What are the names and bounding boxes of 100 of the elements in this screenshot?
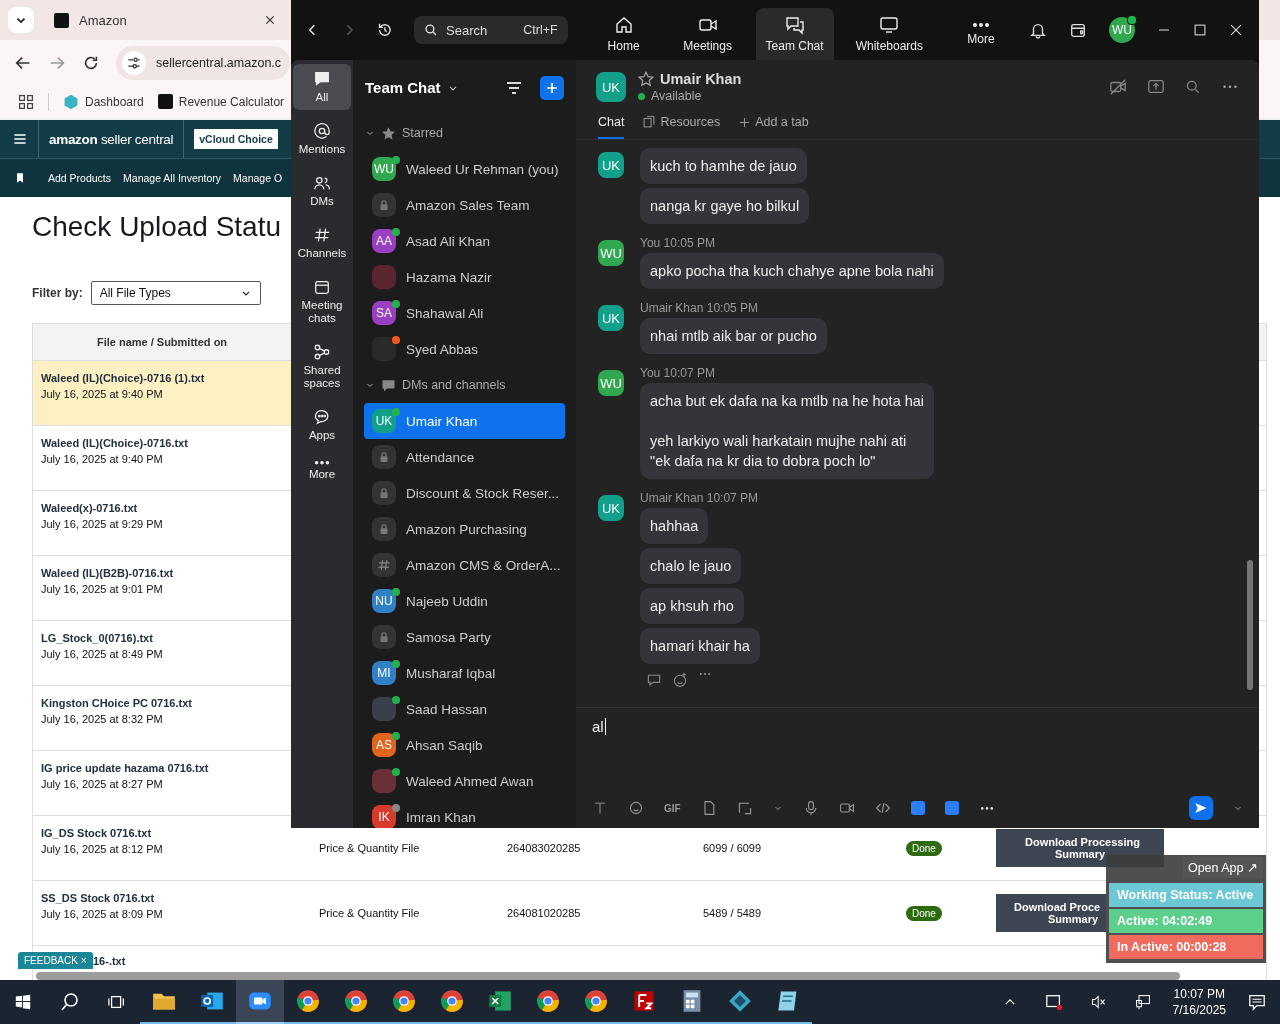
chat-list-item[interactable]: Amazon Purchasing xyxy=(364,511,565,547)
file-type-dropdown[interactable]: All File Types xyxy=(90,281,261,305)
chat-list-item[interactable]: Amazon Sales Team xyxy=(364,187,565,223)
file-cell[interactable]: LG_Stock_0(0716).txt July 16, 2025 at 8:49 PM xyxy=(33,621,291,685)
file-cell[interactable]: Waleed(x)-0716.txt July 16, 2025 at 9:29 PM xyxy=(33,491,291,555)
task-view-icon[interactable] xyxy=(108,993,126,1011)
bookmark-icon[interactable] xyxy=(14,172,26,184)
file-cell[interactable]: IG_DS Stock 0716.txt July 16, 2025 at 8:12 PM xyxy=(33,816,291,880)
browser-tab[interactable]: Amazon xyxy=(46,4,284,36)
message-bubble[interactable]: nhai mtlb aik bar or pucho xyxy=(640,318,827,354)
chat-list-item[interactable]: IK Imran Khan xyxy=(364,799,565,828)
app-icon[interactable] xyxy=(910,801,925,815)
maximize-icon[interactable] xyxy=(1193,23,1207,37)
video-camera-icon[interactable] xyxy=(838,800,855,816)
clock-time[interactable]: 10:07 PM xyxy=(1173,986,1225,1002)
calendar-icon[interactable] xyxy=(1069,21,1087,39)
chat-list-item[interactable]: Amazon CMS & OrderA... xyxy=(364,547,565,583)
menu-icon[interactable] xyxy=(12,131,28,147)
tab-search-button[interactable] xyxy=(8,7,34,33)
chat-list-item[interactable]: SA Shahawal Ali xyxy=(364,295,565,331)
sidebar-item[interactable]: Meeting chats xyxy=(293,272,351,331)
file-cell[interactable]: Waleed (IL)(Choice)-0716.txt July 16, 2025 at 9:40 PM xyxy=(33,426,291,490)
nav-link[interactable]: Add Products xyxy=(48,172,112,184)
screenshot-icon[interactable] xyxy=(736,800,753,816)
sidebar-item[interactable]: All xyxy=(293,64,351,110)
download-summary-button[interactable]: Download Proce Summary xyxy=(996,894,1106,932)
nav-tab[interactable]: Home xyxy=(587,8,660,60)
speaker-muted-icon[interactable] xyxy=(1090,994,1107,1010)
chat-tab[interactable]: Chat xyxy=(598,115,625,139)
chat-list-item[interactable]: AS Ahsan Saqib xyxy=(364,727,565,763)
bell-icon[interactable] xyxy=(1029,21,1047,39)
message-bubble[interactable]: apko pocha tha kuch chahye apne bola nahi xyxy=(640,253,944,289)
chat-list-item[interactable]: NU Najeeb Uddin xyxy=(364,583,565,619)
scrollbar-thumb[interactable] xyxy=(1247,560,1253,690)
contact-name[interactable]: Umair Khan xyxy=(660,71,742,87)
start-icon[interactable] xyxy=(14,993,32,1011)
nav-tab[interactable]: Whiteboards xyxy=(845,8,933,60)
search-field[interactable]: Search Ctrl+F xyxy=(414,16,568,44)
section-header[interactable]: Starred xyxy=(365,115,564,151)
nav-tab[interactable]: More xyxy=(945,8,1017,60)
apps-grid-icon[interactable] xyxy=(18,93,34,110)
new-chat-button[interactable] xyxy=(540,75,564,100)
sidebar-item[interactable]: Shared spaces xyxy=(293,337,351,396)
send-button[interactable] xyxy=(1189,796,1213,820)
chat-list-item[interactable]: MI Musharaf Iqbal xyxy=(364,655,565,691)
gif-button[interactable]: GIF xyxy=(664,802,681,814)
sidebar-item[interactable]: Apps xyxy=(293,402,351,448)
network-icon[interactable] xyxy=(1134,994,1151,1010)
add-emoji-icon[interactable] xyxy=(672,672,688,688)
file-cell[interactable]: 16-.txt xyxy=(91,946,291,972)
feedback-tab[interactable]: FEEDBACK × xyxy=(18,952,93,969)
bookmark-link[interactable]: Revenue Calculator xyxy=(157,94,285,109)
message-bubble[interactable]: hahhaa xyxy=(640,508,709,544)
sidebar-item[interactable]: More xyxy=(293,454,351,488)
section-header[interactable]: DMs and channels xyxy=(365,367,564,403)
sidebar-item[interactable]: Mentions xyxy=(293,116,351,162)
chat-list-item[interactable]: Hazama Nazir xyxy=(364,259,565,295)
clock-date[interactable]: 7/16/2025 xyxy=(1172,1002,1226,1018)
site-settings-icon[interactable] xyxy=(122,50,146,75)
chat-list-item[interactable]: UK Umair Khan xyxy=(364,403,565,439)
file-cell[interactable]: IG price update hazama 0716.txt July 16, 2025 at 8:27 PM xyxy=(33,751,291,815)
tray-app-icon[interactable] xyxy=(1044,993,1063,1011)
app-icon[interactable] xyxy=(944,801,959,815)
bookmark-link[interactable]: Dashboard xyxy=(63,93,144,110)
message-bubble[interactable]: acha but ek dafa na ka mtlb na he hota hai yeh larkiyo wali harkatain mujhe nahi ati "ek dafa na kr dia to dobra poch lo" xyxy=(640,383,935,479)
more-icon[interactable] xyxy=(978,805,995,811)
seller-central-logo[interactable]: amazon seller central xyxy=(49,131,174,147)
chat-list-item[interactable]: Attendance xyxy=(364,439,565,475)
message-bubble[interactable]: ap khsuh rho xyxy=(640,588,744,624)
message-bubble[interactable]: hamari khair ha xyxy=(640,628,760,664)
text-format-icon[interactable] xyxy=(592,800,608,816)
file-cell[interactable]: Waleed (IL)(B2B)-0716.txt July 16, 2025 at 9:01 PM xyxy=(33,556,291,620)
sidebar-item[interactable]: Channels xyxy=(293,220,351,266)
chat-list-item[interactable]: Waleed Ahmed Awan xyxy=(364,763,565,799)
star-outline-icon[interactable] xyxy=(638,71,654,87)
emoji-icon[interactable] xyxy=(628,800,644,816)
chat-list-item[interactable]: Samosa Party xyxy=(364,619,565,655)
notifications-icon[interactable] xyxy=(1248,993,1266,1011)
chat-list-item[interactable]: AA Asad Ali Khan xyxy=(364,223,565,259)
file-cell[interactable]: SS_DS Stock 0716.txt July 16, 2025 at 8:09 PM xyxy=(33,881,291,945)
more-icon[interactable] xyxy=(1221,84,1239,90)
share-screen-icon[interactable] xyxy=(1147,78,1165,96)
chat-tab[interactable]: Resources xyxy=(642,115,721,139)
more-icon[interactable] xyxy=(698,672,712,677)
reply-icon[interactable] xyxy=(646,672,662,688)
video-off-icon[interactable] xyxy=(1109,78,1127,96)
message-input[interactable]: al xyxy=(576,708,1259,788)
nav-tab[interactable]: Meetings xyxy=(671,8,744,60)
file-cell[interactable]: Waleed (IL)(Choice)-0716 (1).txt July 16, 2025 at 9:40 PM xyxy=(33,361,291,425)
nav-link[interactable]: Manage O xyxy=(233,172,283,184)
message-bubble[interactable]: kuch to hamhe de jauo xyxy=(640,148,807,184)
chat-list-item[interactable]: Discount & Stock Reser... xyxy=(364,475,565,511)
open-app-button[interactable]: Open App ↗ xyxy=(1182,857,1263,878)
account-selector[interactable]: vCloud Choice xyxy=(194,129,278,149)
chat-list-item[interactable]: Syed Abbas xyxy=(364,331,565,367)
sidebar-item[interactable]: DMs xyxy=(293,168,351,214)
chat-list-item[interactable]: Saad Hassan xyxy=(364,691,565,727)
chat-list-item[interactable]: WU Waleed Ur Rehman (you) xyxy=(364,151,565,187)
address-bar[interactable]: sellercentral.amazon.c xyxy=(116,45,290,80)
code-icon[interactable] xyxy=(874,800,891,816)
